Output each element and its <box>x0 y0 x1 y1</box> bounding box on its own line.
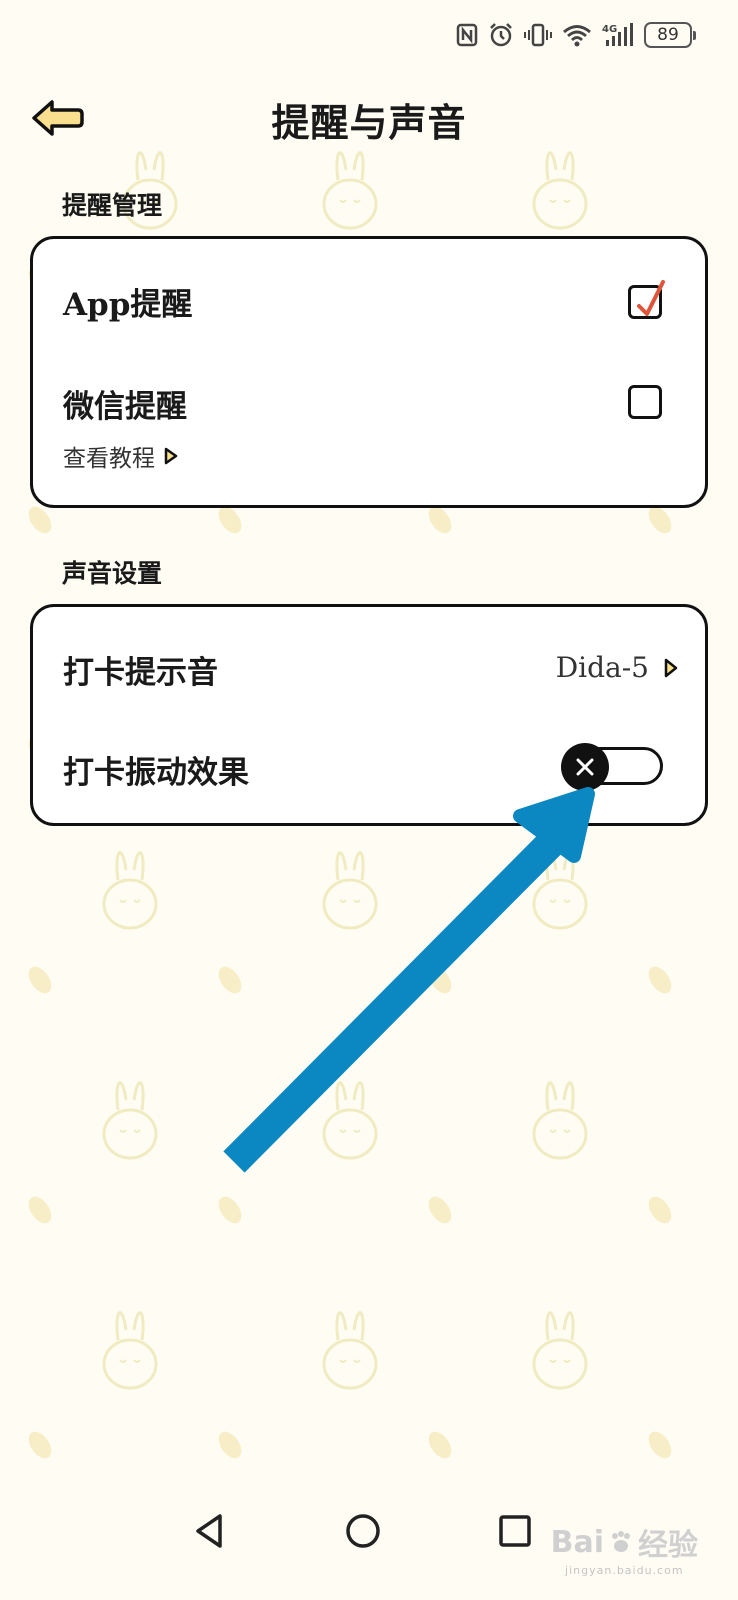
checkin-sound-selector[interactable]: Dida-5 <box>556 651 679 684</box>
wechat-reminder-checkbox[interactable] <box>628 385 662 419</box>
recents-square-icon <box>499 1515 531 1547</box>
app-reminder-checkbox[interactable] <box>628 280 665 319</box>
view-tutorial-link[interactable]: 查看教程 <box>63 439 179 473</box>
back-triangle-icon <box>196 1514 222 1548</box>
watermark-url: jingyan.baidu.com <box>565 1564 684 1577</box>
nfc-icon <box>456 23 478 47</box>
sound-settings-card: 打卡提示音 Dida-5 打卡振动效果 <box>30 604 708 826</box>
watermark: Bai 经验 jingyan.baidu.com <box>550 1520 698 1578</box>
page-title: 提醒与声音 <box>271 100 467 145</box>
nav-home-button[interactable] <box>338 1506 388 1556</box>
play-triangle-icon <box>164 447 178 465</box>
checkin-sound-label: 打卡提示音 <box>63 655 218 691</box>
status-bar: 4G 89 <box>456 18 696 52</box>
toggle-knob <box>561 743 609 791</box>
paw-icon <box>612 1531 630 1552</box>
watermark-brand: Bai <box>550 1524 604 1560</box>
battery-level: 89 <box>657 25 679 45</box>
vibrate-icon <box>524 23 552 47</box>
svg-text:4G: 4G <box>602 24 617 35</box>
close-icon <box>576 758 594 776</box>
app-reminder-label: App提醒 <box>63 287 193 323</box>
tutorial-link-label: 查看教程 <box>63 446 155 472</box>
checkin-vibration-label: 打卡振动效果 <box>63 755 249 791</box>
battery-icon: 89 <box>644 22 696 48</box>
section-title-notifications: 提醒管理 <box>62 191 163 220</box>
check-mark-icon <box>637 280 665 316</box>
checkin-sound-value: Dida-5 <box>555 651 649 684</box>
section-title-sound: 声音设置 <box>62 559 163 588</box>
notification-settings-card: App提醒 微信提醒 查看教程 <box>30 236 708 508</box>
wifi-icon <box>563 25 591 47</box>
home-circle-icon <box>346 1514 380 1548</box>
nav-recents-button[interactable] <box>490 1506 540 1556</box>
wechat-reminder-label: 微信提醒 <box>63 389 187 425</box>
signal-4g-icon: 4G <box>602 23 633 46</box>
vibration-toggle[interactable] <box>561 743 665 791</box>
play-triangle-icon <box>664 658 678 677</box>
nav-back-button[interactable] <box>186 1506 236 1556</box>
alarm-icon <box>490 23 512 47</box>
watermark-suffix: 经验 <box>638 1528 698 1563</box>
